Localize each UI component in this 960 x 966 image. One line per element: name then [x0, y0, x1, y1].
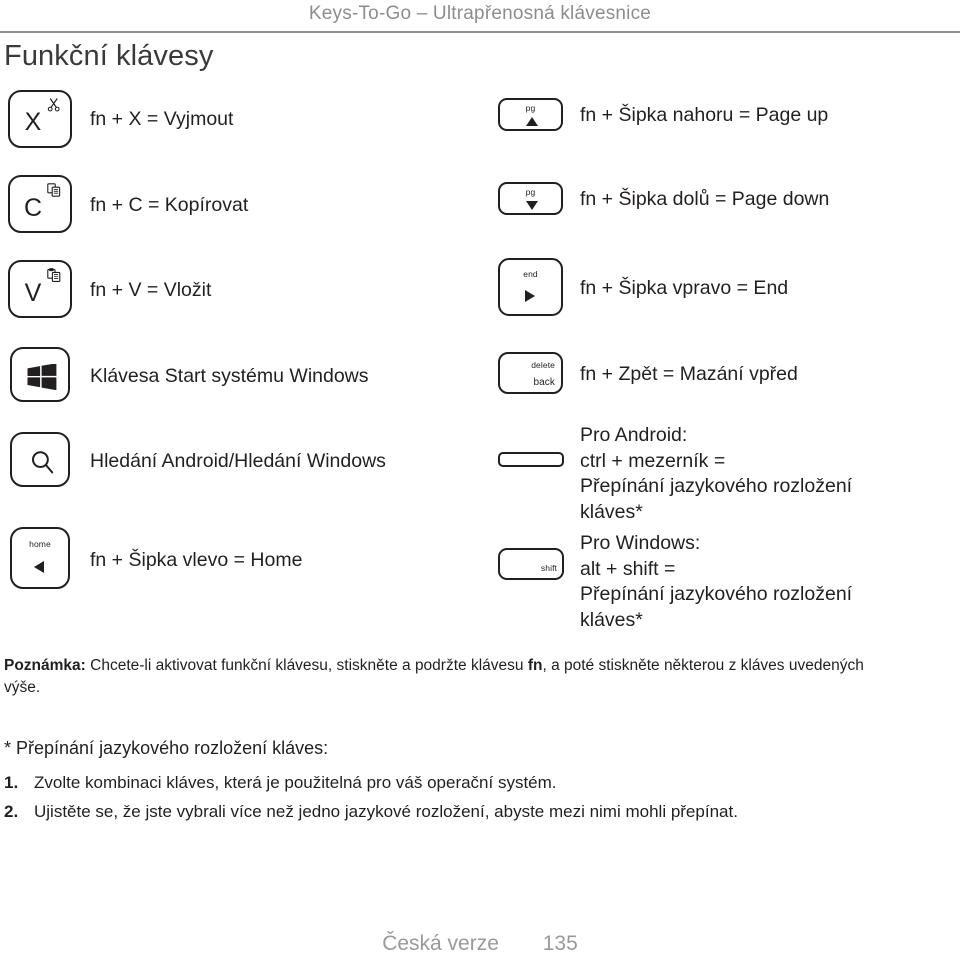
spacebar-desc-line-1: Pro Android:	[580, 424, 688, 446]
note-bold-prefix: Poznámka:	[4, 657, 86, 674]
footnote-heading: * Přepínání jazykového rozložení kláves:	[4, 738, 329, 758]
key-end-label: end	[523, 269, 538, 279]
key-back-label: back	[533, 377, 555, 388]
key-search-description: Hledání Android/Hledání Windows	[90, 450, 386, 472]
shift-description-block: Pro Windows: alt + shift = Přepínání jaz…	[580, 531, 852, 633]
shift-desc-line-4: kláves*	[580, 608, 643, 631]
document-page: Keys-To-Go – Ultrapřenosná klávesnice Fu…	[0, 0, 960, 966]
key-windows-start	[10, 347, 70, 402]
key-v-description: fn + V = Vložit	[90, 279, 212, 301]
key-home-label: home	[29, 539, 51, 549]
key-search	[10, 432, 70, 487]
list-item-number: 2.	[4, 802, 19, 821]
footnote-list: 1. Zvolte kombinaci kláves, která je pou…	[4, 768, 944, 826]
key-c-description: fn + C = Kopírovat	[90, 194, 249, 216]
page-footer: Česká verze 135	[0, 932, 960, 956]
key-home-left-arrow: home	[10, 527, 70, 589]
key-c: C	[8, 175, 72, 233]
running-header-title: Keys-To-Go – Ultrapřenosná klávesnice	[308, 3, 652, 24]
key-x: X	[8, 90, 72, 148]
key-page-down: pg	[498, 182, 563, 215]
list-item-text: Zvolte kombinaci kláves, která je použit…	[34, 773, 557, 792]
paste-icon	[47, 268, 62, 288]
key-page-up-description: fn + Šipka nahoru = Page up	[580, 104, 829, 126]
arrow-right-icon	[525, 290, 535, 302]
shift-desc-line-1: Pro Windows:	[580, 532, 701, 554]
header-divider-rule	[0, 31, 960, 33]
scissors-icon	[46, 97, 62, 118]
key-page-up: pg	[498, 98, 563, 131]
key-v: V	[8, 260, 72, 318]
list-item: 2. Ujistěte se, že jste vybrali více než…	[4, 797, 944, 826]
key-delete-back: delete back	[498, 352, 563, 394]
page-title: Funkční klávesy	[4, 40, 214, 72]
footer-language: Česká verze	[382, 932, 499, 955]
key-delete-label: delete	[531, 360, 555, 370]
spacebar-description-block: Pro Android: ctrl + mezerník = Přepínání…	[580, 423, 852, 525]
arrow-left-icon	[34, 561, 44, 573]
key-shift: shift	[498, 548, 564, 580]
list-item-number: 1.	[4, 773, 19, 792]
arrow-up-icon	[526, 117, 538, 126]
list-item-text: Ujistěte se, že jste vybrali více než je…	[34, 802, 738, 821]
arrow-down-icon	[526, 201, 538, 210]
list-item: 1. Zvolte kombinaci kláves, která je pou…	[4, 768, 944, 797]
shift-desc-line-2: alt + shift =	[580, 557, 676, 580]
key-home-description: fn + Šipka vlevo = Home	[90, 549, 303, 571]
key-end-description: fn + Šipka vpravo = End	[580, 277, 789, 299]
spacebar-desc-line-4: kláves*	[580, 500, 643, 523]
footer-page-number: 135	[542, 932, 578, 955]
key-spacebar	[498, 452, 564, 467]
note-paragraph: Poznámka: Chcete-li aktivovat funkční kl…	[4, 655, 904, 699]
key-shift-label: shift	[540, 563, 557, 573]
spacebar-desc-line-3: Přepínání jazykového rozložení	[580, 475, 853, 497]
key-x-description: fn + X = Vyjmout	[90, 108, 234, 130]
note-bold-inline: fn	[527, 657, 543, 674]
key-end-right-arrow: end	[498, 258, 563, 316]
key-page-down-description: fn + Šipka dolů = Page down	[580, 188, 830, 210]
key-windows-start-description: Klávesa Start systému Windows	[90, 365, 369, 387]
note-text-part1: Chcete-li aktivovat funkční klávesu, sti…	[85, 657, 528, 674]
copy-icon	[47, 183, 62, 203]
search-icon	[28, 448, 56, 481]
key-delete-back-description: fn + Zpět = Mazání vpřed	[580, 363, 798, 385]
spacebar-desc-line-2: ctrl + mezerník =	[580, 449, 726, 472]
windows-logo-icon	[27, 363, 57, 395]
key-page-up-label: pg	[525, 103, 536, 113]
key-page-down-label: pg	[525, 187, 536, 197]
shift-desc-line-3: Přepínání jazykového rozložení	[580, 583, 853, 605]
